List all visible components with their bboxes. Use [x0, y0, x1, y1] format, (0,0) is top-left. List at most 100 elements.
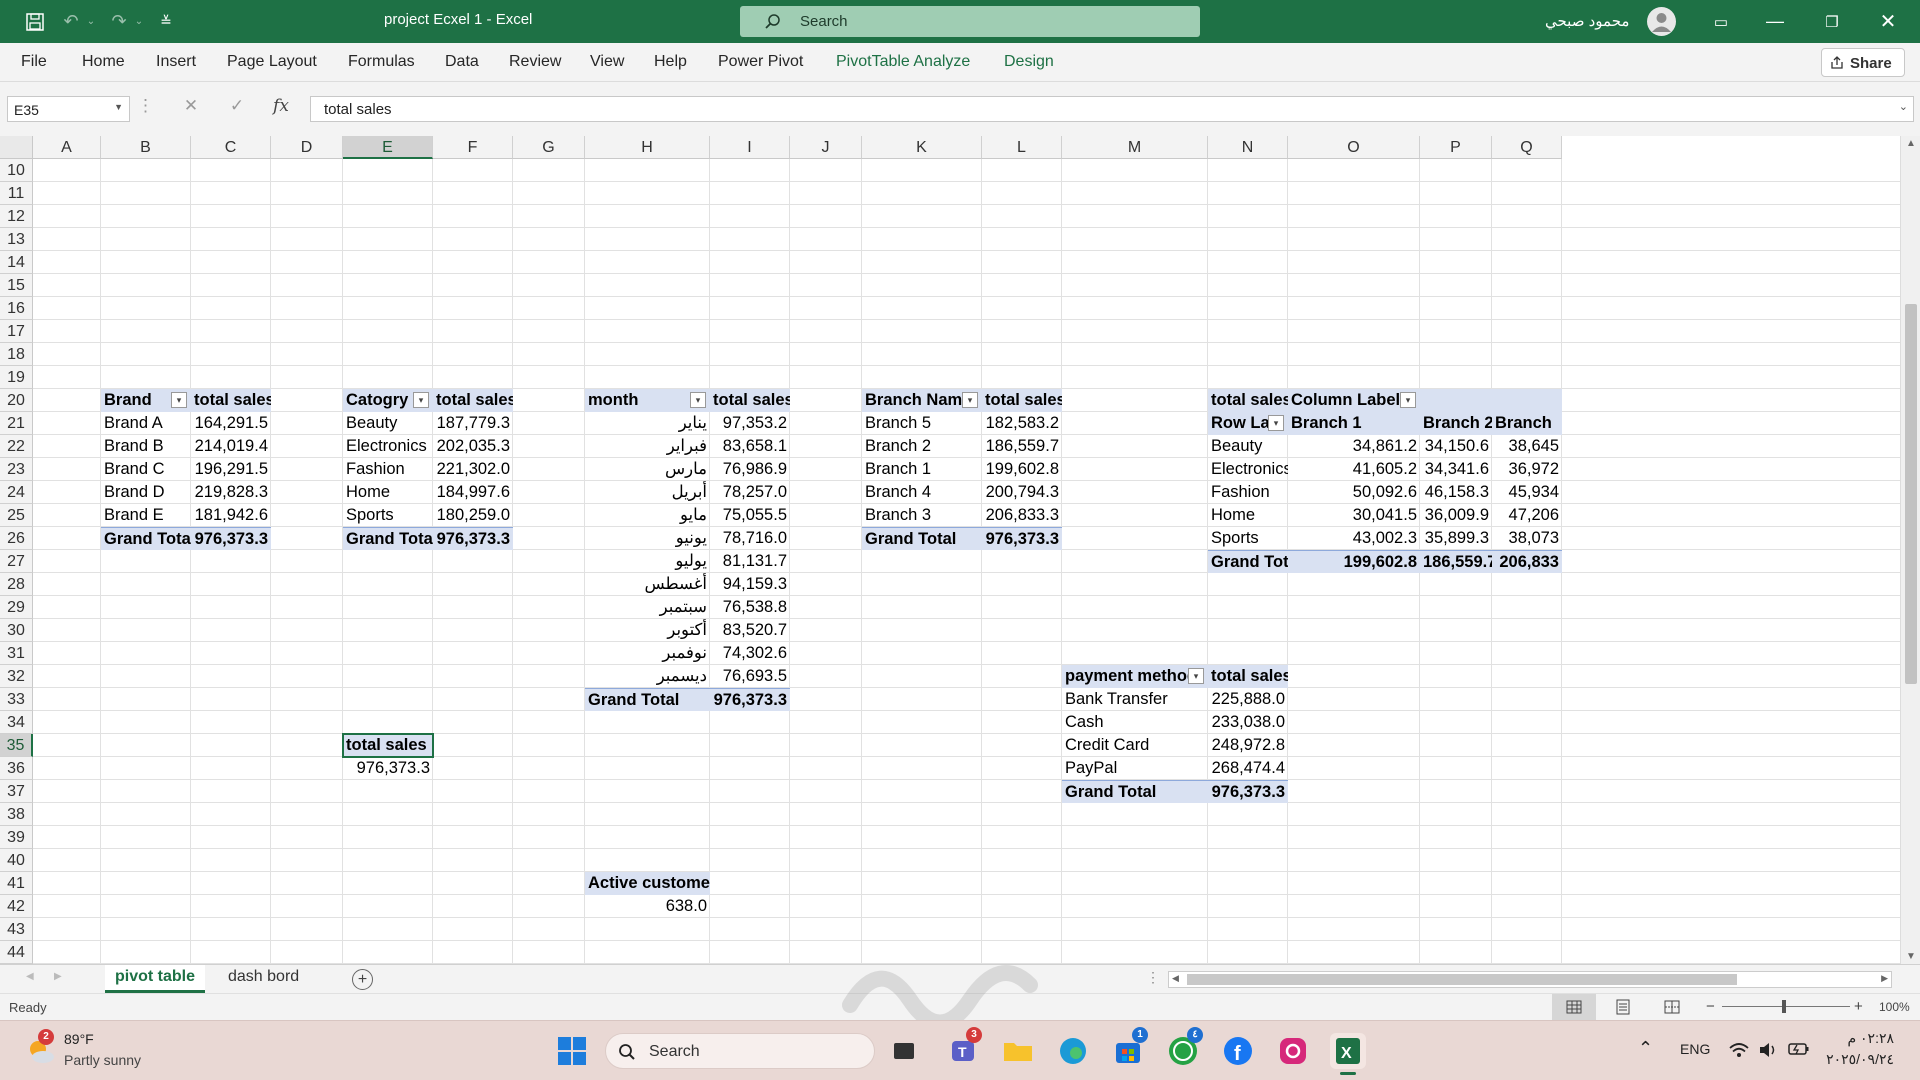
table-row-value[interactable]: 83,658.1 — [710, 435, 790, 458]
row-header-42[interactable]: 42 — [0, 895, 33, 918]
table-row-value[interactable]: 202,035.3 — [433, 435, 513, 458]
row-header-31[interactable]: 31 — [0, 642, 33, 665]
row-header-15[interactable]: 15 — [0, 274, 33, 297]
cross-column-header[interactable]: Branch — [1492, 412, 1562, 435]
page-break-view-icon[interactable] — [1664, 999, 1680, 1015]
name-box[interactable]: E35 ▼ — [7, 96, 130, 122]
row-header-36[interactable]: 36 — [0, 757, 33, 780]
tab-view[interactable]: View — [590, 53, 624, 71]
task-view-icon[interactable] — [886, 1033, 922, 1069]
table-row-value[interactable]: 78,716.0 — [710, 527, 790, 550]
table-row-value[interactable]: 97,353.2 — [710, 412, 790, 435]
table-row-value[interactable]: 75,055.5 — [710, 504, 790, 527]
weather-icon[interactable]: 2 — [24, 1029, 56, 1067]
table-row-label[interactable]: Brand A — [101, 412, 191, 435]
customize-toolbar-icon[interactable]: ≚ — [154, 0, 178, 43]
table-row-label[interactable]: Brand C — [101, 458, 191, 481]
pivot-branch-sort-filter-icon[interactable]: ▾ — [962, 392, 978, 408]
volume-icon[interactable] — [1758, 1041, 1778, 1059]
table-row-value[interactable]: 180,259.0 — [433, 504, 513, 527]
page-layout-view-icon[interactable] — [1615, 999, 1631, 1015]
row-header-38[interactable]: 38 — [0, 803, 33, 826]
table-row-value[interactable]: 36,009.9 — [1420, 504, 1492, 527]
row-header-44[interactable]: 44 — [0, 941, 33, 964]
close-icon[interactable]: ✕ — [1868, 0, 1908, 43]
table-row-value[interactable]: 46,158.3 — [1420, 481, 1492, 504]
tab-page-layout[interactable]: Page Layout — [227, 53, 317, 71]
taskbar-search[interactable]: Search — [605, 1033, 875, 1069]
row-header-17[interactable]: 17 — [0, 320, 33, 343]
table-row-value[interactable]: 182,583.2 — [982, 412, 1062, 435]
grand-total-label[interactable]: Grand Total — [1062, 780, 1208, 803]
table-row-value[interactable]: 38,645 — [1492, 435, 1562, 458]
cancel-icon[interactable]: ✕ — [176, 96, 206, 122]
table-row-label[interactable]: Home — [343, 481, 433, 504]
row-header-20[interactable]: 20 — [0, 389, 33, 412]
enter-icon[interactable]: ✓ — [222, 96, 252, 122]
row-header-27[interactable]: 27 — [0, 550, 33, 573]
undo-dropdown-icon[interactable]: ⌄ — [84, 0, 98, 43]
table-row-value[interactable]: 76,538.8 — [710, 596, 790, 619]
row-labels-filter-icon[interactable]: ▾ — [1268, 415, 1284, 431]
row-header-39[interactable]: 39 — [0, 826, 33, 849]
table-row-value[interactable]: 74,302.6 — [710, 642, 790, 665]
row-header-26[interactable]: 26 — [0, 527, 33, 550]
table-row-value[interactable]: 50,092.6 — [1288, 481, 1420, 504]
table-row-label[interactable]: فبراير — [585, 435, 710, 458]
restore-icon[interactable]: ❐ — [1812, 0, 1852, 43]
row-header-22[interactable]: 22 — [0, 435, 33, 458]
pivot-brand-filter-icon[interactable]: ▾ — [171, 392, 187, 408]
table-row-value[interactable]: 35,899.3 — [1420, 527, 1492, 550]
table-row-value[interactable]: 76,986.9 — [710, 458, 790, 481]
zoom-in-icon[interactable]: + — [1854, 998, 1863, 1015]
table-row-value[interactable]: 34,861.2 — [1288, 435, 1420, 458]
table-row-label[interactable]: نوفمبر — [585, 642, 710, 665]
windows-start-icon[interactable] — [554, 1033, 590, 1069]
select-all-corner[interactable] — [0, 136, 33, 159]
row-header-12[interactable]: 12 — [0, 205, 33, 228]
grand-total-value[interactable]: 976,373.3 — [710, 688, 790, 711]
table-row-value[interactable]: 199,602.8 — [982, 458, 1062, 481]
column-header-i[interactable]: I — [710, 136, 790, 159]
tab-power-pivot[interactable]: Power Pivot — [718, 53, 803, 71]
sheet-tab-pivot-table[interactable]: pivot table — [105, 965, 206, 993]
table-row-label[interactable]: Fashion — [343, 458, 433, 481]
row-header-14[interactable]: 14 — [0, 251, 33, 274]
table-row-value[interactable]: 76,693.5 — [710, 665, 790, 688]
table-row-value[interactable]: 221,302.0 — [433, 458, 513, 481]
facebook-icon[interactable]: f — [1220, 1033, 1256, 1069]
edge-icon[interactable] — [1055, 1033, 1091, 1069]
grand-total-label[interactable]: Grand Total — [585, 688, 710, 711]
zoom-slider[interactable] — [1722, 1006, 1850, 1007]
table-row-value[interactable]: 196,291.5 — [191, 458, 271, 481]
grand-total-label[interactable]: Grand Tota — [1208, 550, 1288, 573]
wifi-icon[interactable] — [1728, 1041, 1750, 1059]
clock-date[interactable]: ٢٠٢٥/٠٩/٢٤ — [1820, 1051, 1894, 1068]
table-row-value[interactable]: 81,131.7 — [710, 550, 790, 573]
tab-file[interactable]: File — [21, 53, 47, 71]
table-row-label[interactable]: Branch 4 — [862, 481, 982, 504]
row-header-43[interactable]: 43 — [0, 918, 33, 941]
row-header-16[interactable]: 16 — [0, 297, 33, 320]
table-row-label[interactable]: Electronics — [1208, 458, 1288, 481]
column-header-j[interactable]: J — [790, 136, 862, 159]
grand-total-value[interactable]: 186,559.7 — [1420, 550, 1492, 573]
table-row-value[interactable]: 78,257.0 — [710, 481, 790, 504]
tab-formulas[interactable]: Formulas — [348, 53, 415, 71]
excel-icon[interactable]: X — [1330, 1033, 1366, 1075]
table-row-label[interactable]: يونيو — [585, 527, 710, 550]
show-hidden-icons-icon[interactable]: ⌃ — [1638, 1038, 1653, 1059]
row-header-35[interactable]: 35 — [0, 734, 33, 757]
column-header-p[interactable]: P — [1420, 136, 1492, 159]
column-header-e[interactable]: E — [343, 136, 433, 159]
grand-total-label[interactable]: Grand Total — [343, 527, 433, 550]
clock-time[interactable]: ٠٢:٢٨ م — [1820, 1030, 1894, 1047]
next-sheet-icon[interactable]: ▶ — [54, 971, 62, 982]
active-customer-header[interactable]: Active customer — [585, 872, 710, 895]
zoom-slider-thumb[interactable] — [1782, 1000, 1786, 1013]
table-row-label[interactable]: سبتمبر — [585, 596, 710, 619]
scroll-left-icon[interactable]: ◀ — [1172, 973, 1179, 984]
scroll-up-icon[interactable]: ▲ — [1906, 138, 1916, 149]
table-row-label[interactable]: Brand B — [101, 435, 191, 458]
row-header-33[interactable]: 33 — [0, 688, 33, 711]
